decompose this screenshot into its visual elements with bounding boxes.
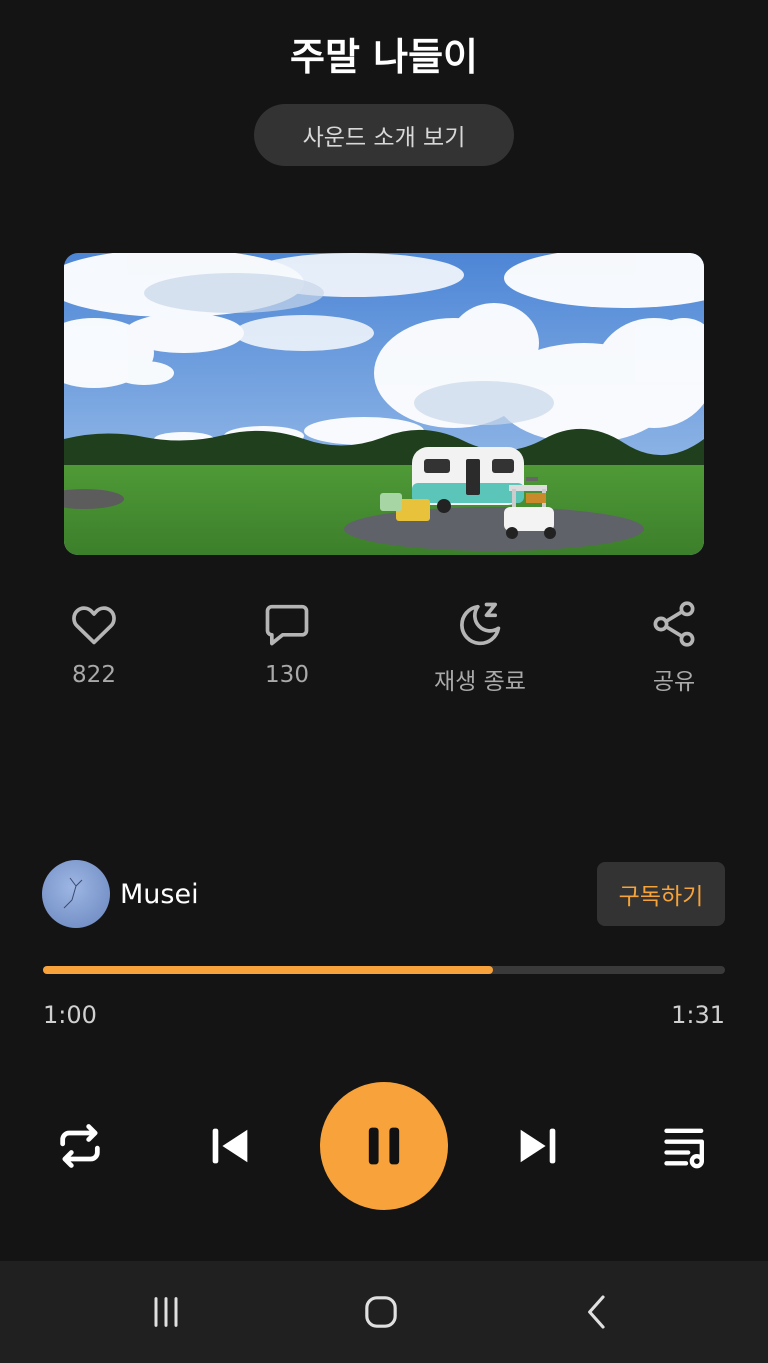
total-time: 1:31 [671, 1001, 725, 1029]
action-bar: 822 130 재생 종료 공유 [0, 598, 768, 708]
home-icon [365, 1296, 397, 1328]
pause-icon [368, 1127, 400, 1165]
recents-button[interactable] [136, 1285, 196, 1339]
heart-icon [72, 606, 116, 645]
sleep-timer-icon [460, 602, 501, 646]
current-time: 1:00 [43, 1001, 97, 1029]
skip-next-icon [520, 1128, 556, 1164]
page-title: 주말 나들이 [289, 35, 479, 79]
like-count: 822 [72, 662, 116, 688]
share-label: 공유 [652, 669, 696, 695]
progress-bar[interactable] [43, 966, 725, 974]
repeat-button[interactable] [50, 1116, 110, 1176]
comment-action[interactable]: 130 [217, 598, 357, 688]
home-button[interactable] [351, 1285, 411, 1339]
progress-fill [43, 966, 494, 974]
creator-name[interactable]: Musei [120, 879, 199, 910]
skip-previous-icon [212, 1128, 248, 1164]
sound-intro-button[interactable]: 사운드 소개 보기 [254, 104, 514, 166]
previous-button[interactable] [200, 1116, 260, 1176]
cover-image [64, 253, 704, 555]
play-pause-button[interactable] [320, 1082, 448, 1210]
avatar[interactable] [42, 860, 110, 928]
like-action[interactable]: 822 [24, 598, 164, 688]
recents-icon [154, 1297, 178, 1327]
playback-controls [0, 1082, 768, 1210]
sleep-timer-label: 재생 종료 [434, 669, 526, 695]
repeat-icon [60, 1124, 100, 1168]
share-action[interactable]: 공유 [604, 598, 744, 696]
subscribe-button[interactable]: 구독하기 [597, 862, 725, 926]
playlist-button[interactable] [656, 1116, 716, 1176]
back-icon [588, 1295, 605, 1329]
sleep-timer-action[interactable]: 재생 종료 [410, 598, 550, 696]
back-button[interactable] [568, 1285, 628, 1339]
comment-count: 130 [265, 662, 309, 688]
comment-icon [265, 604, 309, 646]
creator-info[interactable]: Musei [42, 860, 199, 928]
system-navigation-bar [0, 1261, 768, 1363]
next-button[interactable] [508, 1116, 568, 1176]
playlist-icon [664, 1128, 704, 1169]
share-icon [653, 601, 695, 647]
